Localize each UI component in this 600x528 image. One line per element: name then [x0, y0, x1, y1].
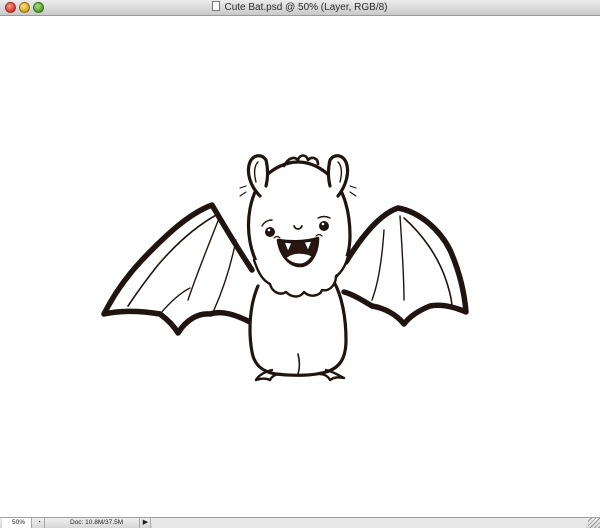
right-whiskers	[349, 185, 357, 197]
zoom-level-field[interactable]: 50%	[2, 518, 32, 528]
document-window: Cute Bat.psd @ 50% (Layer, RGB/8) 50% ◔ …	[0, 0, 600, 528]
document-size-info: Doc: 10.8M/37.5M	[70, 518, 140, 528]
title-bar[interactable]: Cute Bat.psd @ 50% (Layer, RGB/8)	[0, 0, 600, 16]
right-eye	[319, 221, 329, 231]
resize-grip-icon[interactable]	[588, 518, 600, 528]
window-title-wrap: Cute Bat.psd @ 50% (Layer, RGB/8)	[0, 1, 600, 15]
left-whiskers	[239, 185, 247, 197]
left-wing	[101, 202, 255, 336]
bat-artwork	[101, 154, 469, 382]
psd-file-icon	[212, 1, 221, 11]
right-eye-highlight	[321, 222, 325, 226]
horizontal-scrollbar[interactable]	[152, 518, 586, 528]
left-eye-highlight	[267, 228, 271, 232]
status-bar: 50% ◔ Doc: 10.8M/37.5M ▶	[0, 517, 600, 528]
document-canvas[interactable]	[0, 16, 600, 517]
right-wing	[341, 205, 469, 327]
status-arrow-button[interactable]: ▶	[141, 518, 151, 528]
status-menu-icon[interactable]: ◔	[34, 518, 45, 528]
left-eye	[265, 227, 275, 237]
window-title: Cute Bat.psd @ 50% (Layer, RGB/8)	[224, 2, 388, 13]
